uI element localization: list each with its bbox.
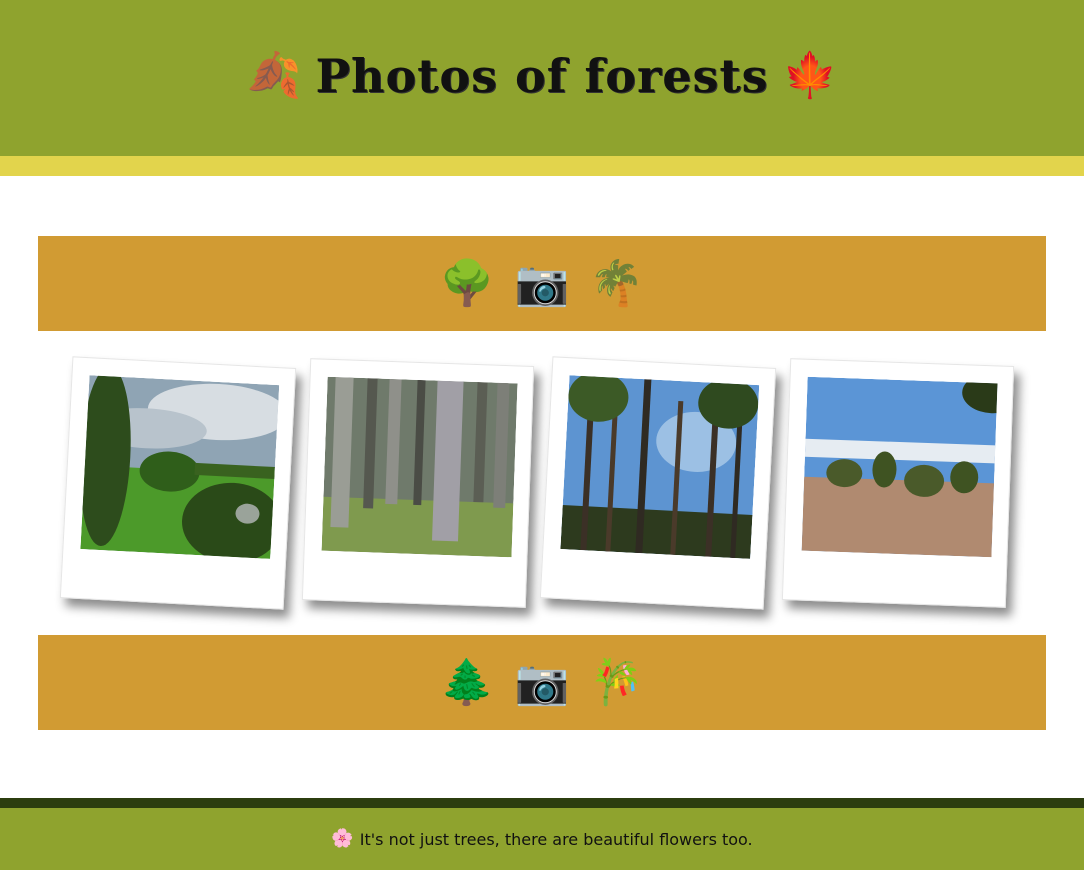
header-stripe <box>0 156 1084 176</box>
polaroid-card[interactable] <box>301 358 535 608</box>
tree-trunks-photo[interactable] <box>321 376 518 558</box>
footer-stripe <box>0 798 1084 808</box>
polaroid-card[interactable] <box>539 356 777 610</box>
mountain-pines-photo[interactable] <box>801 376 998 558</box>
maple-leaf-icon: 🍁 <box>782 50 838 101</box>
camera-icon: 📷 <box>514 257 570 309</box>
fallen-leaves-icon: 🍂 <box>246 50 302 101</box>
bamboo-icon: 🎋 <box>589 656 645 708</box>
tall-pines-photo[interactable] <box>560 375 760 559</box>
evergreen-tree-icon: 🌲 <box>439 656 495 708</box>
page-title-text: Photos of forests <box>315 49 769 103</box>
footer: 🌸 It's not just trees, there are beautif… <box>0 808 1084 870</box>
photo-gallery <box>0 340 1084 630</box>
cherry-blossom-icon: 🌸 <box>331 828 354 849</box>
polaroid-card[interactable] <box>781 358 1015 608</box>
polaroid-card[interactable] <box>59 356 297 610</box>
footer-text: It's not just trees, there are beautiful… <box>359 829 753 849</box>
green-field-photo[interactable] <box>80 375 280 559</box>
deciduous-tree-icon: 🌳 <box>439 257 495 309</box>
bottom-emoji-band: 🌲 📷 🎋 <box>38 635 1046 730</box>
top-emoji-band: 🌳 📷 🌴 <box>38 236 1046 331</box>
palm-tree-icon: 🌴 <box>589 257 645 309</box>
camera-icon: 📷 <box>514 656 570 708</box>
page-title: 🍂 Photos of forests 🍁 <box>0 46 1084 106</box>
